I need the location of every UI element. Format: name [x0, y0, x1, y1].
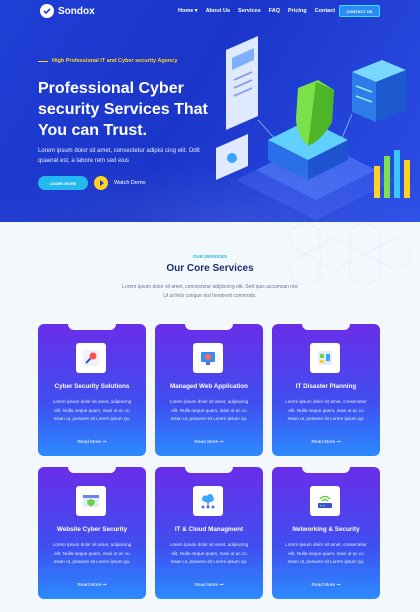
hero-title: Professional Cyber security Services Tha… — [38, 80, 208, 139]
card-text: Lorem ipsum dolor sit amet, adipiscing e… — [52, 399, 132, 421]
services-description: Lorem ipsum dolor sit amet, consectetur … — [122, 284, 298, 299]
tagline-text: High Professional IT and Cyber security … — [52, 58, 178, 64]
service-card-disaster-planning[interactable]: IT Disaster Planning Lorem ipsum dolor s… — [272, 324, 380, 456]
shield-check-icon — [40, 4, 54, 18]
card-title: Managed Web Application — [169, 383, 249, 390]
play-video-icon[interactable] — [94, 176, 108, 190]
card-title: IT Disaster Planning — [295, 383, 357, 390]
top-navbar: Sondox Home ▾ About Us Services FAQ Pric… — [0, 0, 420, 24]
brand-logo[interactable]: Sondox — [40, 4, 95, 18]
read-more-link[interactable]: Read More ➞ — [272, 440, 380, 445]
magnifier-icon — [76, 343, 106, 373]
card-title: IT & Cloud Managment — [174, 526, 244, 533]
hero-description: Lorem ipsum dolor sit amet, consectetur … — [38, 148, 200, 164]
card-text: Lorem ipsum dolor sit amet, adipiscing e… — [169, 399, 249, 421]
nav-item-contact[interactable]: Contact — [315, 8, 335, 14]
card-text: Lorem ipsum dolor sit amet, consectetur … — [285, 399, 367, 421]
hero-section: Sondox Home ▾ About Us Services FAQ Pric… — [0, 0, 420, 222]
card-text: Lorem ipsum dolor sit amet, adipiscing e… — [169, 542, 249, 564]
router-wifi-icon — [310, 486, 340, 516]
cloud-network-icon — [193, 486, 223, 516]
nav-item-services[interactable]: Services — [238, 8, 261, 14]
read-more-link[interactable]: Read More ➞ — [38, 583, 146, 588]
learn-more-button[interactable]: LEARN MORE — [38, 176, 88, 190]
hexagon-pattern-decoration — [289, 221, 411, 287]
card-title: Cyber Security Solutions — [54, 383, 130, 390]
planning-board-icon — [310, 343, 340, 373]
main-menu: Home ▾ About Us Services FAQ Pricing Con… — [178, 8, 335, 14]
read-more-link[interactable]: Read More ➞ — [155, 583, 263, 588]
services-heading: Our Core Services — [166, 263, 254, 274]
monitor-settings-icon — [193, 343, 223, 373]
service-card-web-application[interactable]: Managed Web Application Lorem ipsum dolo… — [155, 324, 263, 456]
card-title: Website Cyber Security — [56, 526, 128, 533]
nav-item-pricing[interactable]: Pricing — [288, 8, 307, 14]
card-title: Networking & Security — [292, 526, 360, 533]
watch-demo-link[interactable]: Watch Demo — [114, 180, 146, 186]
brand-name: Sondox — [58, 5, 95, 17]
isometric-security-illustration — [216, 36, 410, 220]
browser-shield-icon — [76, 486, 106, 516]
nav-item-about[interactable]: About Us — [206, 8, 230, 14]
card-text: Lorem ipsum dolor sit amet, consectetur … — [285, 542, 367, 564]
nav-item-faq[interactable]: FAQ — [269, 8, 280, 14]
service-card-networking[interactable]: Networking & Security Lorem ipsum dolor … — [272, 467, 380, 599]
nav-item-home[interactable]: Home ▾ — [178, 8, 198, 14]
contact-us-button[interactable]: CONTACT US — [339, 5, 380, 17]
service-card-cloud-management[interactable]: IT & Cloud Managment Lorem ipsum dolor s… — [155, 467, 263, 599]
hero-tagline: High Professional IT and Cyber security … — [38, 58, 177, 64]
service-card-website-security[interactable]: Website Cyber Security Lorem ipsum dolor… — [38, 467, 146, 599]
read-more-link[interactable]: Read More ➞ — [155, 440, 263, 445]
read-more-link[interactable]: Read More ➞ — [38, 440, 146, 445]
tagline-dash — [38, 60, 48, 62]
service-card-cyber-security[interactable]: Cyber Security Solutions Lorem ipsum dol… — [38, 324, 146, 456]
card-text: Lorem ipsum dolor sit amet, adipiscing e… — [52, 542, 132, 564]
services-kicker: OUR SERVICES — [193, 254, 227, 259]
read-more-link[interactable]: Read More ➞ — [272, 583, 380, 588]
